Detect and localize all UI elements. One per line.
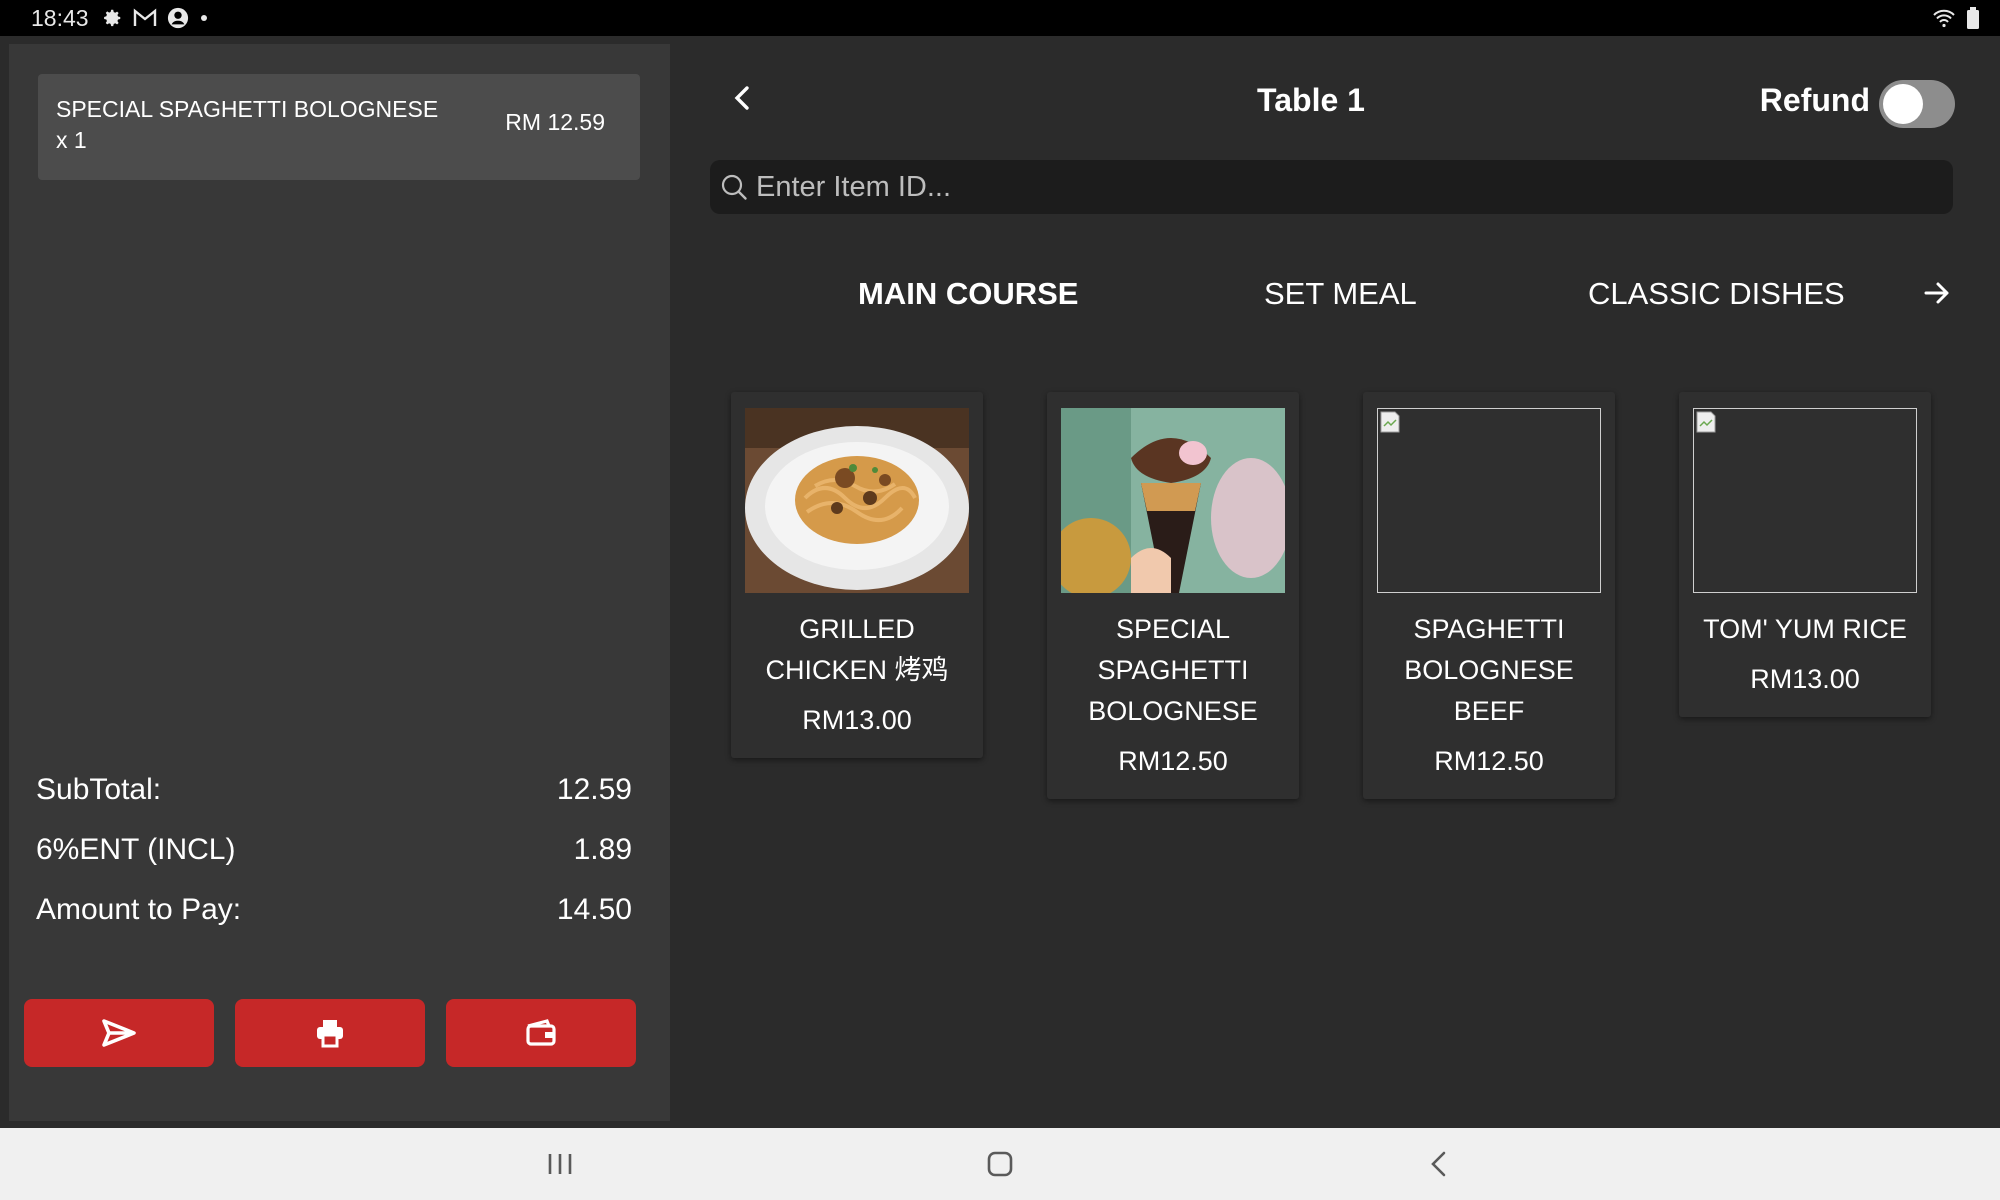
order-item-price: RM 12.59	[505, 109, 605, 135]
refund-label: Refund	[1759, 82, 1870, 118]
menu-item-card[interactable]: GRILLED CHICKEN 烤鸡 RM13.00	[731, 392, 983, 758]
tab-main-course[interactable]: MAIN COURSE	[858, 276, 1078, 312]
send-icon	[102, 1019, 136, 1047]
broken-image	[1693, 408, 1917, 593]
gmail-icon	[133, 8, 156, 26]
arrow-right-icon[interactable]	[1922, 278, 1952, 308]
dot-icon	[200, 15, 207, 21]
amount-to-pay-label: Amount to Pay:	[36, 893, 242, 926]
tax-value: 1.89	[573, 833, 632, 866]
wifi-icon	[1933, 9, 1955, 28]
search-icon	[721, 174, 747, 200]
subtotal-label: SubTotal:	[36, 773, 162, 806]
broken-image-icon	[1696, 411, 1716, 433]
toggle-knob	[1883, 84, 1923, 124]
menu-item-card[interactable]: SPECIAL SPAGHETTI BOLOGNESE RM12.50	[1047, 392, 1299, 799]
recent-apps-icon[interactable]	[540, 1146, 580, 1182]
order-actions	[24, 999, 636, 1067]
ice-cream-photo	[1061, 408, 1285, 593]
system-back-icon[interactable]	[1420, 1146, 1460, 1182]
menu-item-price: RM13.00	[802, 705, 912, 735]
spaghetti-photo	[745, 408, 969, 593]
category-tabs: MAIN COURSE SET MEAL CLASSIC DISHES	[670, 268, 2000, 322]
subtotal-value: 12.59	[556, 773, 632, 806]
amount-to-pay-value: 14.50	[556, 893, 632, 926]
tax-label: 6%ENT (INCL)	[36, 833, 236, 866]
order-panel: SPECIAL SPAGHETTI BOLOGNESE x 1 RM 12.59	[9, 44, 670, 1121]
menu-item-name: SPAGHETTI BOLOGNESE BEEF	[1404, 614, 1574, 726]
status-bar: 18:43	[0, 0, 2000, 36]
tax-row: 6%ENT (INCL) 1.89	[36, 820, 632, 880]
system-navigation-bar	[0, 1128, 2000, 1200]
amount-to-pay-row: Amount to Pay: 14.50	[36, 880, 632, 940]
menu-item-price: RM12.50	[1434, 746, 1544, 776]
home-icon[interactable]	[980, 1146, 1020, 1182]
print-button[interactable]	[235, 999, 425, 1067]
search-bar	[710, 160, 1953, 214]
menu-item-card[interactable]: SPAGHETTI BOLOGNESE BEEF RM12.50	[1363, 392, 1615, 799]
menu-item-name: SPECIAL SPAGHETTI BOLOGNESE	[1088, 614, 1258, 726]
status-time: 18:43	[31, 4, 89, 31]
refund-toggle[interactable]	[1879, 80, 1955, 128]
send-order-button[interactable]	[24, 999, 214, 1067]
broken-image	[1377, 408, 1601, 593]
header: Table 1 Refund	[670, 44, 2000, 154]
tab-set-meal[interactable]: SET MEAL	[1264, 276, 1417, 312]
menu-item-name: GRILLED CHICKEN 烤鸡	[765, 614, 949, 685]
order-item-qty: x 1	[56, 127, 87, 153]
menu-item-card[interactable]: TOM' YUM RICE RM13.00	[1679, 392, 1931, 717]
subtotal-row: SubTotal: 12.59	[36, 760, 632, 820]
order-totals: SubTotal: 12.59 6%ENT (INCL) 1.89 Amount…	[36, 760, 632, 940]
broken-image-icon	[1380, 411, 1400, 433]
menu-item-name: TOM' YUM RICE	[1703, 614, 1907, 644]
payment-button[interactable]	[446, 999, 636, 1067]
tab-classic-dishes[interactable]: CLASSIC DISHES	[1588, 276, 1845, 312]
gear-icon	[103, 9, 120, 27]
menu-item-price: RM13.00	[1750, 664, 1860, 694]
menu-item-price: RM12.50	[1118, 746, 1228, 776]
order-item-name: SPECIAL SPAGHETTI BOLOGNESE	[56, 96, 439, 122]
account-icon	[167, 7, 188, 29]
item-id-search-input[interactable]	[756, 170, 1906, 204]
print-icon	[317, 1020, 343, 1048]
order-item[interactable]: SPECIAL SPAGHETTI BOLOGNESE x 1 RM 12.59	[38, 74, 640, 180]
battery-icon	[1967, 7, 1979, 29]
wallet-icon	[526, 1019, 556, 1046]
